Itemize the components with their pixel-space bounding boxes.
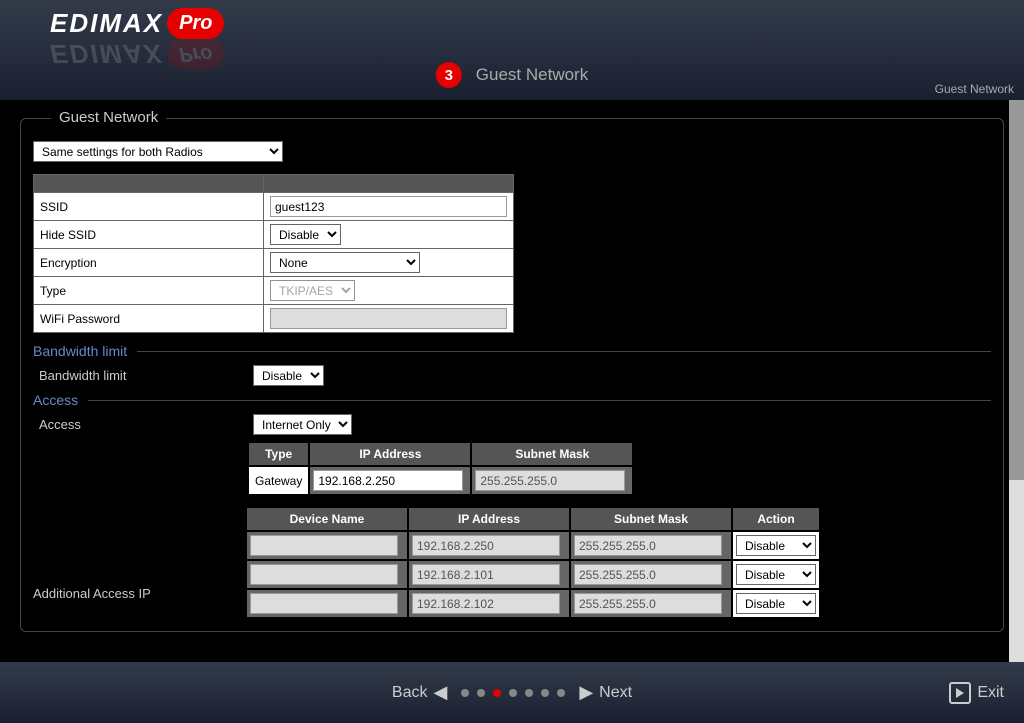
wifi-password-input bbox=[270, 308, 507, 329]
content-area: Guest Network Same settings for both Rad… bbox=[0, 100, 1024, 662]
table-row: Disable bbox=[247, 561, 819, 588]
ssid-label: SSID bbox=[34, 193, 264, 221]
step-title: Guest Network bbox=[476, 65, 588, 85]
step-dot[interactable] bbox=[461, 689, 469, 697]
bandwidth-select[interactable]: Disable bbox=[253, 365, 324, 386]
arrow-right-icon: ▶ bbox=[579, 682, 593, 703]
device-action-select[interactable]: Disable bbox=[736, 564, 816, 585]
access-select[interactable]: Internet Only bbox=[253, 414, 352, 435]
gw-subnet-header: Subnet Mask bbox=[472, 443, 632, 465]
dev-ip-header: IP Address bbox=[409, 508, 569, 530]
step-dot[interactable] bbox=[557, 689, 565, 697]
step-number-badge: 3 bbox=[436, 62, 462, 88]
step-nav: Back ◀ ▶ Next bbox=[392, 682, 632, 703]
guest-network-fieldset: Guest Network Same settings for both Rad… bbox=[20, 118, 1004, 632]
bandwidth-section-title: Bandwidth limit bbox=[33, 343, 991, 359]
access-section-title: Access bbox=[33, 392, 991, 408]
exit-button[interactable]: Exit bbox=[949, 682, 1004, 704]
step-dot[interactable] bbox=[525, 689, 533, 697]
step-dot[interactable] bbox=[477, 689, 485, 697]
dev-name-header: Device Name bbox=[247, 508, 407, 530]
device-ip-input bbox=[412, 535, 560, 556]
breadcrumb: Guest Network bbox=[935, 82, 1014, 96]
step-dot[interactable] bbox=[493, 689, 501, 697]
footer: Back ◀ ▶ Next Exit bbox=[0, 662, 1024, 723]
device-ip-input bbox=[412, 593, 560, 614]
fieldset-legend: Guest Network bbox=[51, 109, 166, 126]
logo: EDIMAX Pro bbox=[50, 8, 224, 39]
additional-access-ip-label: Additional Access IP bbox=[33, 506, 193, 601]
dev-action-header: Action bbox=[733, 508, 819, 530]
encryption-select[interactable]: None bbox=[270, 252, 420, 273]
gw-ip-header: IP Address bbox=[310, 443, 470, 465]
dev-subnet-header: Subnet Mask bbox=[571, 508, 731, 530]
logo-suffix: Pro bbox=[167, 8, 224, 39]
device-ip-input bbox=[412, 564, 560, 585]
access-label: Access bbox=[33, 417, 253, 432]
step-dot[interactable] bbox=[509, 689, 517, 697]
wifi-password-label: WiFi Password bbox=[34, 305, 264, 333]
device-subnet-input bbox=[574, 564, 722, 585]
type-label: Type bbox=[34, 277, 264, 305]
bandwidth-label: Bandwidth limit bbox=[33, 368, 253, 383]
logo-reflection: EDIMAX Pro bbox=[50, 38, 224, 69]
device-subnet-input bbox=[574, 593, 722, 614]
step-indicator: 3 Guest Network bbox=[436, 62, 588, 88]
gateway-table: Type IP Address Subnet Mask Gateway bbox=[247, 441, 634, 496]
header: EDIMAX Pro EDIMAX Pro 3 Guest Network Gu… bbox=[0, 0, 1024, 100]
device-subnet-input bbox=[574, 535, 722, 556]
back-button[interactable]: Back ◀ bbox=[392, 682, 447, 703]
encryption-label: Encryption bbox=[34, 249, 264, 277]
gw-type-header: Type bbox=[249, 443, 308, 465]
device-action-select[interactable]: Disable bbox=[736, 535, 816, 556]
exit-icon bbox=[949, 682, 971, 704]
hide-ssid-select[interactable]: Disable bbox=[270, 224, 341, 245]
device-name-input bbox=[250, 593, 398, 614]
settings-table: SSID Hide SSID Disable Encryption None T… bbox=[33, 174, 514, 333]
type-select: TKIP/AES bbox=[270, 280, 355, 301]
gw-ip-input[interactable] bbox=[313, 470, 463, 491]
step-dots bbox=[461, 689, 565, 697]
scrollbar[interactable] bbox=[1009, 100, 1024, 662]
table-row: Disable bbox=[247, 590, 819, 617]
ssid-input[interactable] bbox=[270, 196, 507, 217]
devices-table: Device Name IP Address Subnet Mask Actio… bbox=[245, 506, 821, 619]
table-row: Disable bbox=[247, 532, 819, 559]
logo-brand: EDIMAX bbox=[50, 8, 163, 39]
scrollbar-thumb[interactable] bbox=[1009, 100, 1024, 480]
device-name-input bbox=[250, 564, 398, 585]
radio-mode-select[interactable]: Same settings for both Radios bbox=[33, 141, 283, 162]
step-dot[interactable] bbox=[541, 689, 549, 697]
hide-ssid-label: Hide SSID bbox=[34, 221, 264, 249]
device-name-input bbox=[250, 535, 398, 556]
gw-type-value: Gateway bbox=[249, 467, 308, 494]
arrow-left-icon: ◀ bbox=[433, 682, 447, 703]
gw-subnet-input bbox=[475, 470, 625, 491]
next-button[interactable]: ▶ Next bbox=[579, 682, 632, 703]
device-action-select[interactable]: Disable bbox=[736, 593, 816, 614]
